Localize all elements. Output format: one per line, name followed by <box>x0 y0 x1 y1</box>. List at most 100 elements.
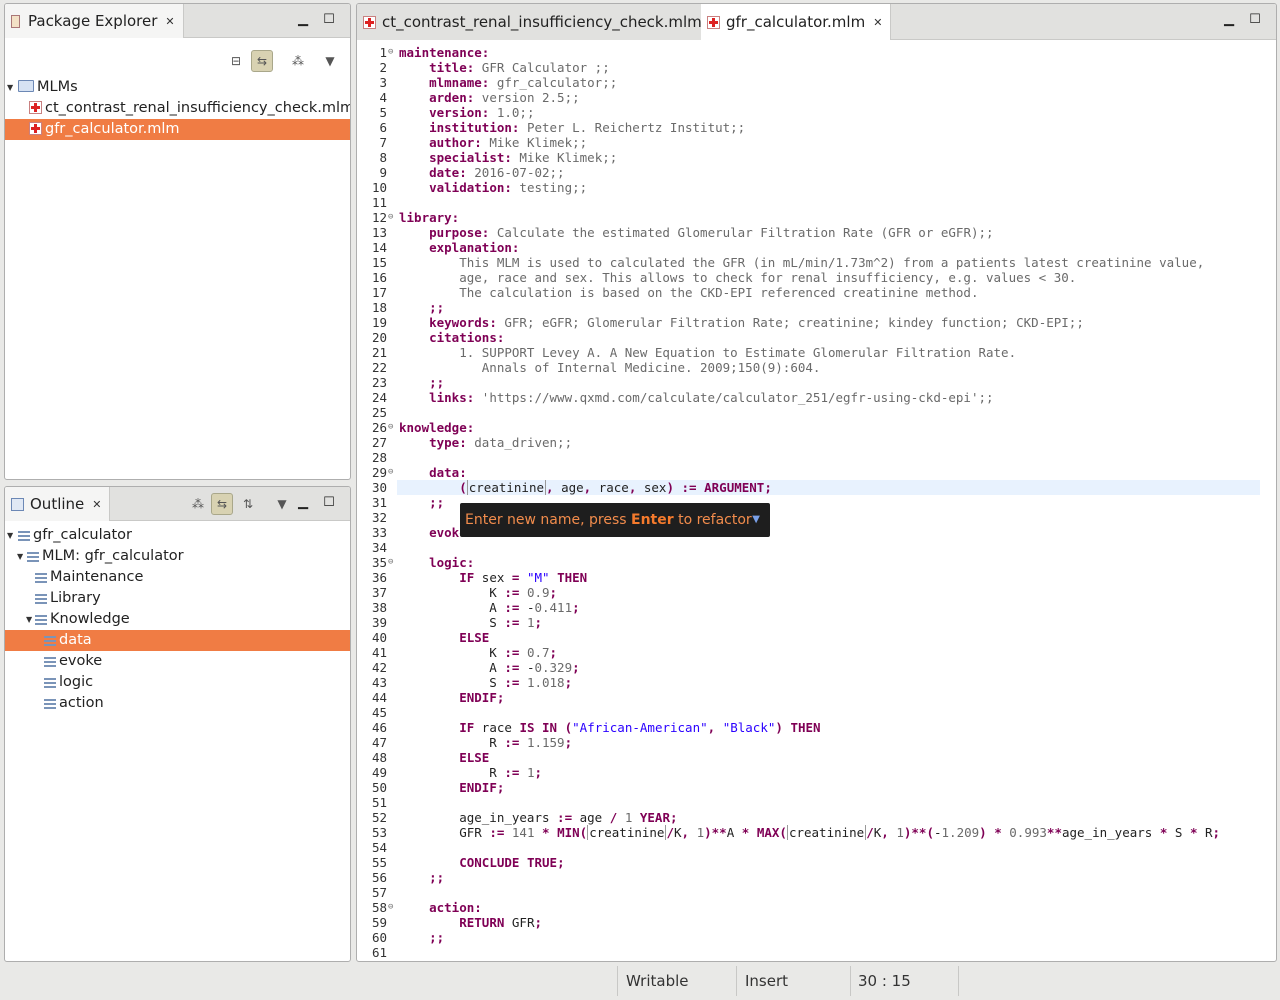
code-line[interactable]: arden: version 2.5;; <box>399 90 1260 105</box>
code-line[interactable]: title: GFR Calculator ;; <box>399 60 1260 75</box>
expanded-chevron-icon[interactable]: ▼ <box>7 77 17 98</box>
tab-outline[interactable]: Outline ✕ <box>5 487 111 521</box>
view-menu-chevron-down-icon[interactable]: ▼ <box>319 50 341 72</box>
code-line[interactable]: age, race and sex. This allows to check … <box>399 270 1260 285</box>
code-line[interactable]: ;; <box>399 375 1260 390</box>
code-line[interactable]: (creatinine, age, race, sex) := ARGUMENT… <box>399 480 1260 495</box>
code-line[interactable]: validation: testing;; <box>399 180 1260 195</box>
outline-item-maintenance[interactable]: Maintenance <box>5 567 350 588</box>
code-line[interactable]: explanation: <box>399 240 1260 255</box>
code-line[interactable]: ;; <box>399 930 1260 945</box>
code-line[interactable]: maintenance: <box>399 45 1260 60</box>
outline-item-label: data <box>59 632 92 648</box>
code-line[interactable]: library: <box>399 210 1260 225</box>
fold-toggle-icon[interactable]: ⊖ <box>388 420 393 435</box>
code-line[interactable]: IF race IS IN ("African-American", "Blac… <box>399 720 1260 735</box>
code-line[interactable]: RETURN GFR; <box>399 915 1260 930</box>
collapse-all-icon[interactable]: ⊟ <box>225 50 247 72</box>
close-icon[interactable]: ✕ <box>92 498 101 511</box>
code-line[interactable]: ELSE <box>399 750 1260 765</box>
code-line[interactable]: A := -0.329; <box>399 660 1260 675</box>
code-line[interactable]: 1. SUPPORT Levey A. A New Equation to Es… <box>399 345 1260 360</box>
code-line[interactable]: GFR := 141 * MIN(creatinine/K, 1)**A * M… <box>399 825 1260 840</box>
maximize-icon[interactable]: ☐ <box>321 12 337 28</box>
code-line[interactable]: R := 1.159; <box>399 735 1260 750</box>
tree-folder-mlms[interactable]: ▼ MLMs <box>5 77 350 98</box>
outline-item-label: gfr_calculator <box>33 527 133 543</box>
line-number: 54 <box>371 840 387 855</box>
code-line[interactable]: CONCLUDE TRUE; <box>399 855 1260 870</box>
code-line[interactable]: Annals of Internal Medicine. 2009;150(9)… <box>399 360 1260 375</box>
tree-file-item[interactable]: ct_contrast_renal_insufficiency_check.ml… <box>5 98 350 119</box>
code-line[interactable]: type: data_driven;; <box>399 435 1260 450</box>
tab-ct-contrast-file[interactable]: ct_contrast_renal_insufficiency_check.ml… <box>357 4 711 40</box>
minimize-icon[interactable]: ▁ <box>295 495 311 511</box>
fold-toggle-icon[interactable]: ⊖ <box>388 45 393 60</box>
code-line[interactable]: S := 1.018; <box>399 675 1260 690</box>
outline-item-logic[interactable]: logic <box>5 672 350 693</box>
line-number: 49 <box>371 765 387 780</box>
fold-toggle-icon[interactable]: ⊖ <box>388 555 393 570</box>
code-line[interactable]: K := 0.7; <box>399 645 1260 660</box>
code-line[interactable]: K := 0.9; <box>399 585 1260 600</box>
code-line[interactable]: specialist: Mike Klimek;; <box>399 150 1260 165</box>
expanded-chevron-icon[interactable]: ▼ <box>7 525 17 546</box>
sort-az-icon[interactable]: ⇅ <box>237 493 259 515</box>
code-line[interactable]: citations: <box>399 330 1260 345</box>
line-number: 5 <box>379 105 387 120</box>
mlm-file-icon <box>707 15 720 29</box>
link-with-editor-icon[interactable]: ⇆ <box>251 50 273 72</box>
code-line[interactable]: purpose: Calculate the estimated Glomeru… <box>399 225 1260 240</box>
code-line[interactable]: ;; <box>399 300 1260 315</box>
code-line[interactable]: A := -0.411; <box>399 600 1260 615</box>
outline-item-knowledge[interactable]: ▼ Knowledge <box>5 609 350 630</box>
minimize-icon[interactable]: ▁ <box>1221 12 1237 28</box>
fold-toggle-icon[interactable]: ⊖ <box>388 210 393 225</box>
code-line[interactable]: S := 1; <box>399 615 1260 630</box>
outline-item-data[interactable]: data <box>5 630 350 651</box>
maximize-icon[interactable]: ☐ <box>1247 12 1263 28</box>
code-line[interactable]: mlmname: gfr_calculator;; <box>399 75 1260 90</box>
maximize-icon[interactable]: ☐ <box>321 495 337 511</box>
filters-icon[interactable]: ⁂ <box>287 50 309 72</box>
code-line[interactable]: ENDIF; <box>399 690 1260 705</box>
code-line[interactable]: age_in_years := age / 1 YEAR; <box>399 810 1260 825</box>
code-line[interactable]: The calculation is based on the CKD-EPI … <box>399 285 1260 300</box>
fold-toggle-icon[interactable]: ⊖ <box>388 900 393 915</box>
tooltip-menu-chevron-down-icon[interactable]: ▼ <box>752 503 760 537</box>
minimize-icon[interactable]: ▁ <box>295 12 311 28</box>
outline-item-library[interactable]: Library <box>5 588 350 609</box>
code-line[interactable]: author: Mike Klimek;; <box>399 135 1260 150</box>
code-line[interactable]: ;; <box>399 870 1260 885</box>
filters-icon[interactable]: ⁂ <box>187 493 209 515</box>
code-line[interactable]: This MLM is used to calculated the GFR (… <box>399 255 1260 270</box>
tree-file-item-selected[interactable]: gfr_calculator.mlm <box>5 119 350 140</box>
code-line[interactable]: version: 1.0;; <box>399 105 1260 120</box>
outline-item-action[interactable]: action <box>5 693 350 714</box>
close-icon[interactable]: ✕ <box>873 16 882 29</box>
outline-item-mlm[interactable]: ▼ MLM: gfr_calculator <box>5 546 350 567</box>
code-line[interactable]: date: 2016-07-02;; <box>399 165 1260 180</box>
fold-toggle-icon[interactable]: ⊖ <box>388 465 393 480</box>
tab-gfr-calculator-file[interactable]: gfr_calculator.mlm ✕ <box>701 4 892 40</box>
code-line[interactable]: action: <box>399 900 1260 915</box>
code-line[interactable]: ELSE <box>399 630 1260 645</box>
code-line[interactable]: data: <box>399 465 1260 480</box>
code-line[interactable]: IF sex = "M" THEN <box>399 570 1260 585</box>
close-icon[interactable]: ✕ <box>165 15 174 28</box>
link-with-editor-icon[interactable]: ⇆ <box>211 493 233 515</box>
view-menu-chevron-down-icon[interactable]: ▼ <box>271 493 293 515</box>
outline-item-evoke[interactable]: evoke <box>5 651 350 672</box>
code-line[interactable]: institution: Peter L. Reichertz Institut… <box>399 120 1260 135</box>
expanded-chevron-icon[interactable]: ▼ <box>17 546 27 567</box>
rename-refactor-tooltip[interactable]: Enter new name, press Enter to refactor ▼ <box>460 503 770 537</box>
code-line[interactable]: keywords: GFR; eGFR; Glomerular Filtrati… <box>399 315 1260 330</box>
code-line[interactable]: logic: <box>399 555 1260 570</box>
outline-item-gfr-calculator[interactable]: ▼ gfr_calculator <box>5 525 350 546</box>
code-line[interactable]: ENDIF; <box>399 780 1260 795</box>
code-line[interactable]: links: 'https://www.qxmd.com/calculate/c… <box>399 390 1260 405</box>
code-line[interactable]: R := 1; <box>399 765 1260 780</box>
code-line[interactable]: knowledge: <box>399 420 1260 435</box>
package-explorer-toolbar: ⊟ ⇆ ⁂ ▼ <box>221 46 341 76</box>
tab-package-explorer[interactable]: Package Explorer ✕ <box>5 4 184 38</box>
